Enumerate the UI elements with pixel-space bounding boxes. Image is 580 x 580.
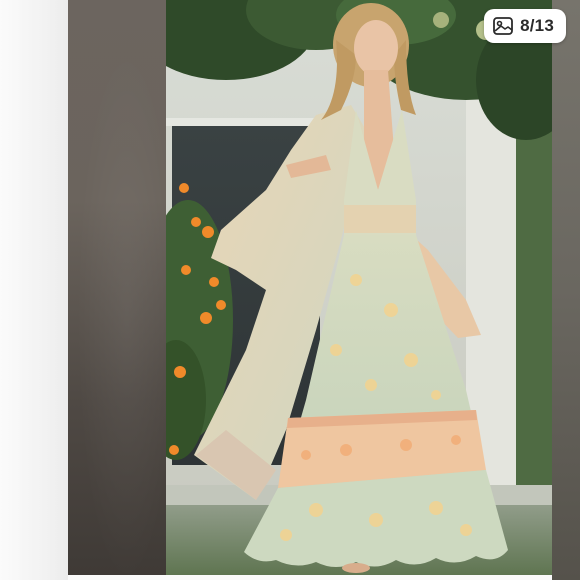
previous-image-peek[interactable] xyxy=(0,0,68,580)
next-image-peek[interactable] xyxy=(552,0,580,580)
side-image-panel xyxy=(68,0,166,575)
image-counter-text: 8/13 xyxy=(520,16,554,35)
image-viewer: 8/13 xyxy=(0,0,580,580)
image-counter-badge[interactable]: 8/13 xyxy=(484,9,566,43)
main-photo[interactable] xyxy=(166,0,552,575)
photo-gallery-icon xyxy=(493,17,514,35)
product-photo-illustration xyxy=(166,0,552,575)
